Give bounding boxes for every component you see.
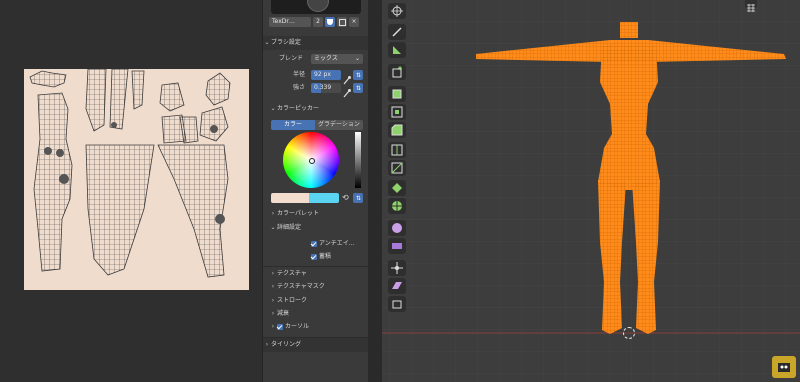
loop-cut-icon[interactable] xyxy=(388,142,406,158)
to-sphere-icon[interactable] xyxy=(388,260,406,276)
panel-title: 減衰 xyxy=(277,310,290,317)
strength-value: 0.339 xyxy=(314,84,332,91)
knife-icon[interactable] xyxy=(388,160,406,176)
duplicate-brush-button[interactable] xyxy=(337,17,347,27)
texture-mask-panel-header[interactable]: › テクスチャマスク xyxy=(263,280,369,294)
grid-icon[interactable] xyxy=(745,0,757,12)
3d-cursor[interactable] xyxy=(623,327,635,339)
panel-title: カーソル xyxy=(285,323,310,330)
app-logo xyxy=(772,356,796,378)
chevron-down-icon: ⌄ xyxy=(270,105,276,112)
swap-icon[interactable]: ⟲ xyxy=(342,193,349,202)
poly-build-icon[interactable] xyxy=(388,180,406,196)
panel-title: ストローク xyxy=(277,297,308,304)
chevron-right-icon: › xyxy=(265,341,269,348)
strength-label: 強さ xyxy=(293,84,306,91)
shear-icon[interactable] xyxy=(388,238,406,254)
blend-dropdown[interactable]: ミックス ⌄ xyxy=(311,54,363,64)
panel-title: テクスチャ xyxy=(277,270,307,277)
secondary-color-swatch[interactable] xyxy=(309,193,339,203)
value-slider[interactable] xyxy=(355,132,361,188)
brush-settings-panel-header[interactable]: ⌄ブラシ設定 xyxy=(263,36,369,50)
antialias-checkbox-row[interactable]: アンチエイ… xyxy=(263,237,369,251)
tab-color[interactable]: カラー xyxy=(271,120,315,130)
chevron-down-icon: ⌄ xyxy=(354,55,360,62)
stroke-panel-header[interactable]: › ストローク xyxy=(263,294,369,308)
region-divider[interactable] xyxy=(368,0,382,382)
panel-title: カラーパレット xyxy=(277,210,319,217)
panel-title: ブラシ設定 xyxy=(271,39,301,46)
brush-name: TexDr… xyxy=(272,18,295,25)
blend-label: ブレンド xyxy=(279,55,304,62)
chevron-right-icon: › xyxy=(271,210,275,217)
shield-icon xyxy=(327,19,333,25)
brush-thumbnail xyxy=(307,0,329,12)
brush-preview[interactable] xyxy=(271,0,361,14)
color-picker-panel-header[interactable]: ⌄カラーピッカー xyxy=(263,102,369,116)
extrude-icon[interactable] xyxy=(388,86,406,102)
uv-layout-graphic xyxy=(29,68,231,278)
accumulate-checkbox[interactable] xyxy=(311,253,317,260)
color-wheel-cursor[interactable] xyxy=(309,158,315,164)
brush-name-field[interactable]: TexDr… xyxy=(269,17,311,27)
color-wheel[interactable] xyxy=(283,132,339,188)
radius-label: 半径 xyxy=(293,71,306,78)
brush-users-count[interactable]: 2 xyxy=(313,17,323,27)
eyedropper-icon[interactable] xyxy=(343,83,351,98)
add-cube-icon[interactable] xyxy=(388,64,406,80)
radius-field[interactable]: 92 px xyxy=(311,70,341,80)
primary-color-swatch[interactable] xyxy=(271,193,309,203)
antialias-label: アンチエイ… xyxy=(319,240,355,247)
pressure-icon: ⇅ xyxy=(356,195,362,202)
accumulate-label: 蓄積 xyxy=(319,253,332,260)
draw-icon[interactable] xyxy=(388,24,406,40)
antialias-checkbox[interactable] xyxy=(311,240,317,247)
tiling-panel-header[interactable]: › タイリング xyxy=(263,337,369,352)
uv-texture-canvas[interactable] xyxy=(24,68,249,290)
strength-pressure-toggle[interactable]: ⇅ xyxy=(353,83,363,93)
unlink-brush-button[interactable]: × xyxy=(349,17,359,27)
rip-icon[interactable] xyxy=(388,278,406,294)
origin-icon[interactable] xyxy=(388,296,406,312)
panel-title: カラーピッカー xyxy=(277,105,320,112)
measure-icon[interactable] xyxy=(388,42,406,58)
falloff-panel-header[interactable]: › 減衰 xyxy=(263,307,369,321)
chevron-right-icon: › xyxy=(271,297,275,304)
image-editor[interactable] xyxy=(0,0,262,382)
smooth-icon[interactable] xyxy=(388,220,406,236)
pressure-icon: ⇅ xyxy=(356,72,362,79)
advanced-panel-header[interactable]: ⌄詳細設定 xyxy=(263,221,369,235)
spin-icon[interactable] xyxy=(388,198,406,214)
color-palette-panel-header[interactable]: › カラーパレット xyxy=(263,207,369,221)
cursor-icon[interactable] xyxy=(388,3,406,19)
pressure-icon: ⇅ xyxy=(356,85,362,92)
color-pressure-toggle[interactable]: ⇅ xyxy=(353,193,363,203)
texture-panel-header[interactable]: › テクスチャ xyxy=(263,266,369,281)
panel-title: テクスチャマスク xyxy=(277,283,325,290)
chevron-right-icon: › xyxy=(271,310,275,317)
radius-value: 92 px xyxy=(314,71,331,78)
copy-icon xyxy=(339,19,346,26)
character-mesh[interactable] xyxy=(460,22,800,340)
strength-field[interactable]: 0.339 xyxy=(311,83,341,93)
chevron-right-icon: › xyxy=(271,270,275,277)
fake-user-button[interactable] xyxy=(325,17,335,27)
cursor-panel-header[interactable]: › カーソル xyxy=(263,320,369,334)
panel-title: タイリング xyxy=(271,341,302,348)
chevron-down-icon: ⌄ xyxy=(270,224,276,231)
accumulate-checkbox-row[interactable]: 蓄積 xyxy=(263,250,369,264)
radius-pressure-toggle[interactable]: ⇅ xyxy=(353,70,363,80)
chevron-right-icon: › xyxy=(271,283,275,290)
bevel-icon[interactable] xyxy=(388,122,406,138)
tab-gradient[interactable]: グラデーション xyxy=(315,120,363,130)
chevron-down-icon: ⌄ xyxy=(264,39,270,46)
eyedropper-icon[interactable] xyxy=(343,70,351,85)
cursor-checkbox[interactable] xyxy=(277,323,283,330)
blend-value: ミックス xyxy=(314,55,338,62)
tool-settings-sidebar: TexDr… 2 × ⌄ブラシ設定 ブレンド ミックス ⌄ 半径 92 px ⇅ … xyxy=(262,0,369,382)
panel-title: 詳細設定 xyxy=(277,224,302,231)
inset-icon[interactable] xyxy=(388,104,406,120)
close-icon: × xyxy=(351,18,357,25)
